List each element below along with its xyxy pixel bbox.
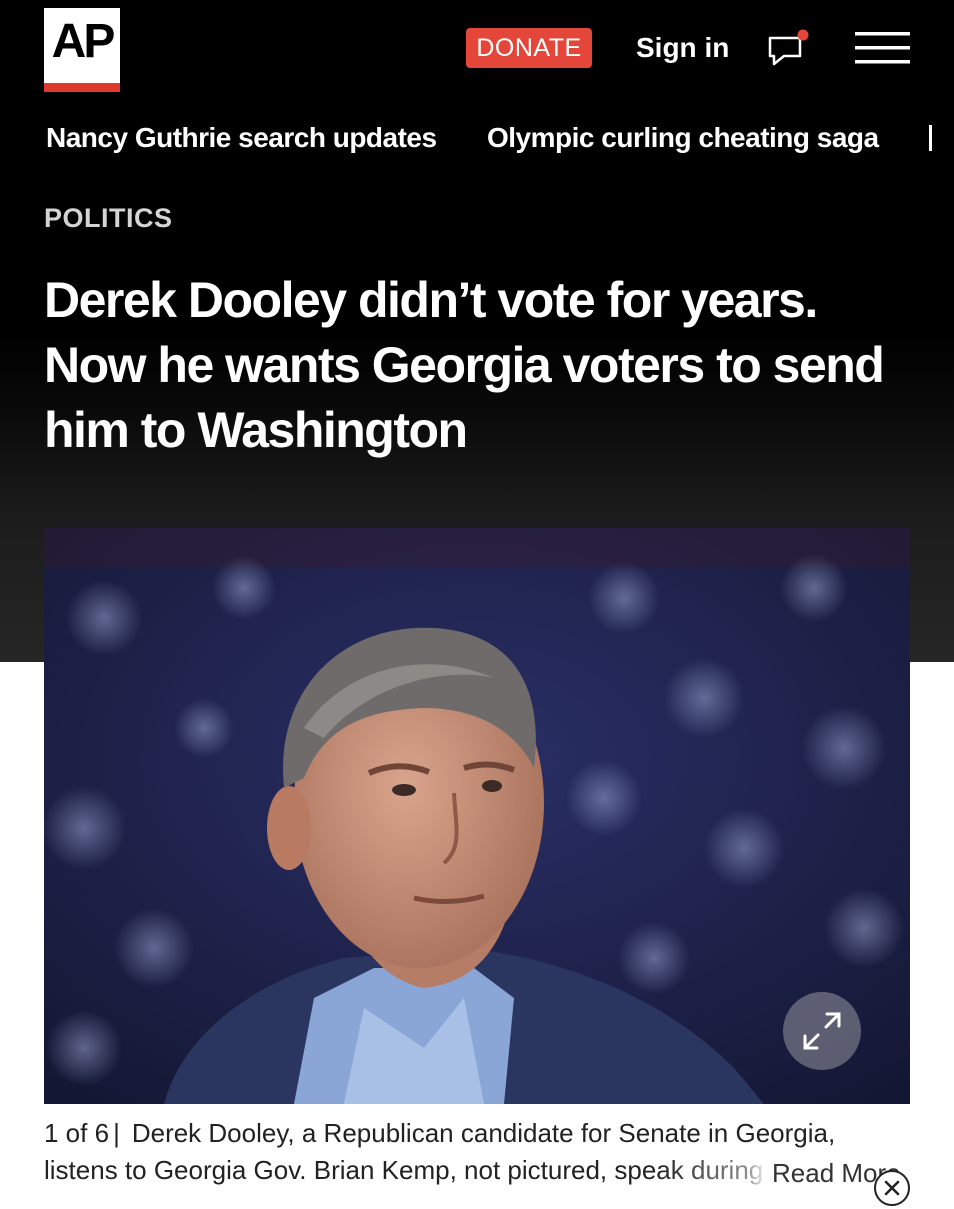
section-label[interactable]: POLITICS (44, 203, 173, 234)
article-headline: Derek Dooley didn’t vote for years. Now … (44, 272, 885, 458)
donate-button[interactable]: DONATE (466, 28, 592, 68)
logo-text: AP (51, 15, 116, 68)
logo-red-bar (44, 83, 120, 92)
trending-link-olympic-curling[interactable]: Olympic curling cheating saga (487, 118, 879, 158)
expand-photo-button[interactable] (783, 992, 861, 1070)
trending-divider (929, 125, 932, 151)
ap-logo[interactable]: AP (44, 8, 120, 92)
expand-icon (803, 1012, 841, 1050)
trending-link-nancy-guthrie[interactable]: Nancy Guthrie search updates (46, 118, 437, 158)
caption-separator: | (113, 1118, 120, 1148)
hamburger-menu-icon[interactable] (855, 32, 911, 66)
sign-in-link[interactable]: Sign in (636, 28, 729, 68)
gallery-counter: 1 of 6 (44, 1118, 110, 1148)
chat-bubble-icon[interactable] (766, 28, 812, 68)
lead-photo[interactable] (44, 528, 910, 1104)
close-icon[interactable] (874, 1170, 910, 1206)
